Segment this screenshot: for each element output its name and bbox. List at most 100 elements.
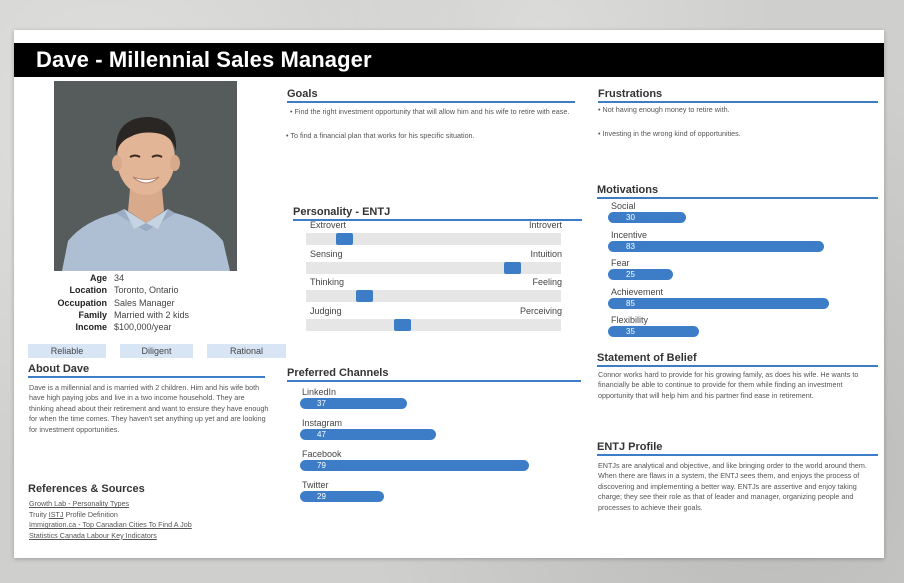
scale-track	[306, 318, 561, 331]
scale-left-label: Sensing	[310, 248, 343, 259]
motivation-item: Incentive 83	[608, 230, 874, 259]
profile-value: Toronto, Ontario	[114, 285, 179, 296]
profile-value: Sales Manager	[114, 297, 175, 308]
profile-key: Occupation	[57, 297, 107, 308]
reference-link[interactable]: ISTJ	[49, 510, 64, 519]
personality-scales: Extrovert Introvert Sensing Intuition Th…	[306, 220, 562, 335]
motivation-item: Fear 25	[608, 258, 874, 287]
scale-right-label: Intuition	[530, 248, 562, 259]
motivation-bar: 30	[608, 212, 686, 223]
scale-left-label: Thinking	[310, 277, 345, 287]
motivation-bar: 83	[608, 240, 824, 252]
personality-scale: Extrovert Introvert	[306, 220, 562, 249]
motivation-item: Achievement 85	[608, 287, 874, 316]
reference-item: Statistics Canada Labour Key Indicators	[29, 531, 192, 542]
motivation-label: Flexibility	[611, 315, 649, 326]
scale-marker	[356, 290, 374, 302]
personality-scale: Judging Perceiving	[306, 305, 562, 335]
reference-link[interactable]: Immigration.ca - Top Canadian Cities To …	[29, 520, 192, 529]
motivations-heading: Motivations	[597, 184, 878, 199]
references-heading: References & Sources	[28, 483, 145, 495]
motivations-bars: Social 30 Incentive 83 Fear 25 Achieveme…	[608, 201, 874, 344]
channel-item: Twitter 29	[300, 480, 590, 511]
motivation-bar: 25	[608, 269, 673, 281]
goals-list: • Find the right investment opportunity …	[286, 107, 576, 141]
channel-label: Twitter	[302, 480, 329, 490]
goal-item: • To find a financial plan that works fo…	[286, 131, 475, 140]
references-list: Growth Lab - Personality Types Truity IS…	[29, 499, 192, 541]
persona-card: Dave - Millennial Sales Manager Age 34 L…	[14, 30, 884, 558]
trait-tag: Diligent	[120, 344, 193, 358]
belief-text: Connor works hard to provide for his gro…	[598, 370, 859, 400]
motivation-item: Social 30	[608, 201, 874, 230]
profile-row-family: Family Married with 2 kids	[28, 309, 189, 321]
reference-item: Immigration.ca - Top Canadian Cities To …	[29, 520, 192, 531]
channel-bar: 37	[300, 398, 408, 409]
reference-link[interactable]: Growth Lab - Personality Types	[29, 499, 129, 508]
motivation-bar: 35	[608, 326, 699, 338]
entj-text: ENTJs are analytical and objective, and …	[598, 461, 867, 512]
scale-marker	[394, 318, 412, 331]
frustrations-heading: Frustrations	[598, 88, 878, 103]
reference-link[interactable]: Statistics Canada Labour Key Indicators	[29, 531, 157, 540]
personality-heading: Personality - ENTJ	[293, 206, 582, 221]
scale-right-label: Feeling	[532, 277, 562, 287]
motivation-label: Achievement	[611, 286, 664, 297]
trait-tags: Reliable Diligent Rational	[28, 344, 286, 358]
about-text: Dave is a millennial and is married with…	[29, 383, 269, 434]
profile-key: Location	[69, 285, 108, 296]
personality-scale: Thinking Feeling	[306, 277, 562, 306]
profile-row-location: Location Toronto, Ontario	[28, 284, 189, 296]
profile-row-occupation: Occupation Sales Manager	[28, 297, 189, 309]
channel-item: Instagram 47	[300, 418, 590, 449]
channels-heading: Preferred Channels	[287, 367, 581, 382]
channels-bars: LinkedIn 37 Instagram 47 Facebook 79 Twi…	[300, 387, 590, 511]
channel-item: Facebook 79	[300, 449, 590, 480]
profile-row-age: Age 34	[28, 272, 189, 284]
channel-bar: 47	[300, 429, 437, 440]
channel-bar: 29	[300, 491, 385, 502]
reference-item: Truity ISTJ Profile Definition	[29, 510, 192, 521]
profile-value: $100,000/year	[114, 322, 172, 333]
frustration-item: • Not having enough money to retire with…	[598, 105, 730, 114]
motivation-bar: 85	[608, 297, 829, 309]
scale-marker	[504, 261, 522, 274]
channel-label: Facebook	[302, 449, 342, 459]
scale-left-label: Judging	[310, 305, 342, 316]
channel-label: Instagram	[302, 418, 343, 428]
profile-row-income: Income $100,000/year	[28, 321, 189, 333]
goal-item: • Find the right investment opportunity …	[290, 107, 570, 116]
persona-photo	[54, 81, 237, 271]
goals-heading: Goals	[287, 88, 575, 103]
personality-scale: Sensing Intuition	[306, 248, 562, 278]
trait-tag: Reliable	[28, 344, 106, 358]
profile-key: Family	[78, 309, 107, 320]
scale-right-label: Introvert	[528, 220, 562, 230]
reference-prefix: Truity	[29, 509, 49, 519]
motivation-item: Flexibility 35	[608, 315, 874, 344]
scale-marker	[335, 233, 353, 245]
trait-tag: Rational	[207, 344, 286, 358]
profile-value: Married with 2 kids	[114, 309, 190, 320]
belief-heading: Statement of Belief	[597, 352, 878, 367]
scale-right-label: Perceiving	[519, 305, 562, 316]
channel-item: LinkedIn 37	[300, 387, 590, 418]
profile-details: Age 34 Location Toronto, Ontario Occupat…	[28, 272, 189, 333]
persona-title: Dave - Millennial Sales Manager	[36, 47, 372, 72]
profile-key: Income	[75, 322, 107, 333]
scale-track	[306, 261, 561, 274]
entj-heading: ENTJ Profile	[597, 441, 878, 456]
frustration-item: • Investing in the wrong kind of opportu…	[598, 129, 741, 138]
channel-label: LinkedIn	[302, 387, 337, 397]
reference-suffix: Profile Definition	[63, 509, 118, 519]
reference-item: Growth Lab - Personality Types	[29, 499, 192, 510]
scale-left-label: Extrovert	[310, 220, 347, 230]
profile-value: 34	[114, 273, 125, 283]
frustrations-list: • Not having enough money to retire with…	[598, 105, 878, 139]
scale-track	[306, 290, 561, 302]
profile-key: Age	[89, 273, 107, 283]
about-heading: About Dave	[28, 363, 265, 378]
motivation-label: Fear	[611, 258, 630, 269]
channel-bar: 79	[300, 460, 530, 471]
title-bar: Dave - Millennial Sales Manager	[14, 43, 884, 77]
